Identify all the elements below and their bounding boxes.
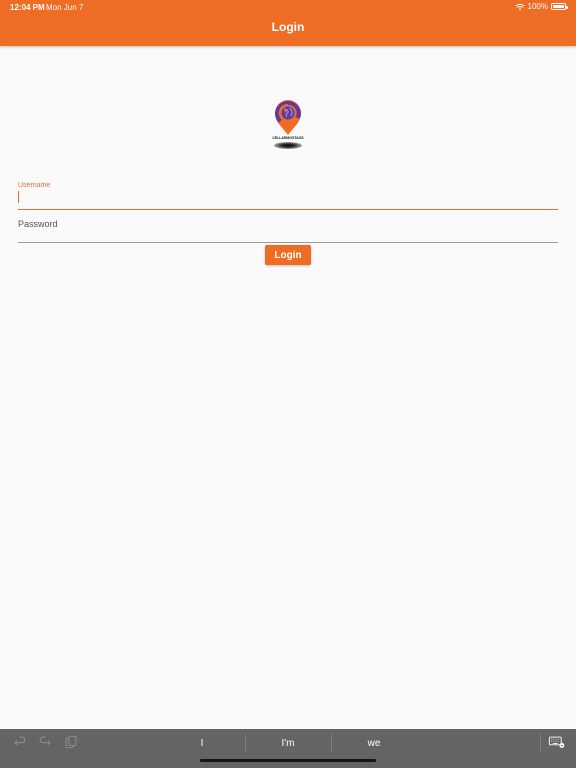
text-caret [18, 191, 19, 203]
suggestion-divider [331, 734, 332, 752]
suggestion-divider [245, 734, 246, 752]
redo-icon[interactable] [38, 735, 52, 749]
page-title: Login [271, 20, 305, 34]
logo-shadow [274, 142, 302, 149]
password-field[interactable]: Password [18, 214, 558, 243]
map-pin-globe-icon [275, 100, 301, 135]
app-logo: CELLARMOSTAGS [268, 98, 308, 154]
keyboard-shortcut-bar: I I'm we [0, 729, 576, 768]
status-bar: 12:04 PM Mon Jun 7 100% [0, 0, 576, 14]
suggestion-3[interactable]: we [344, 738, 404, 749]
status-date: Mon Jun 7 [46, 3, 84, 12]
username-label: Username [18, 182, 51, 189]
keyboard-hide-icon[interactable] [548, 735, 566, 749]
battery-icon [551, 3, 568, 10]
status-right: 100% [515, 2, 568, 11]
login-button[interactable]: Login [265, 245, 311, 265]
battery-percent: 100% [527, 2, 548, 11]
suggestion-2[interactable]: I'm [258, 738, 318, 749]
suggestion-divider [540, 734, 541, 752]
logo-text: CELLARMOSTAGS [272, 136, 304, 140]
paste-icon[interactable] [64, 735, 78, 749]
password-label: Password [18, 219, 58, 229]
status-time: 12:04 PM [10, 3, 45, 12]
home-indicator[interactable] [200, 759, 376, 762]
username-field[interactable]: Username [18, 180, 558, 210]
header-bar: 12:04 PM Mon Jun 7 100% Login [0, 0, 576, 46]
undo-icon[interactable] [13, 735, 27, 749]
suggestion-1[interactable]: I [172, 738, 232, 749]
wifi-icon [515, 3, 524, 10]
